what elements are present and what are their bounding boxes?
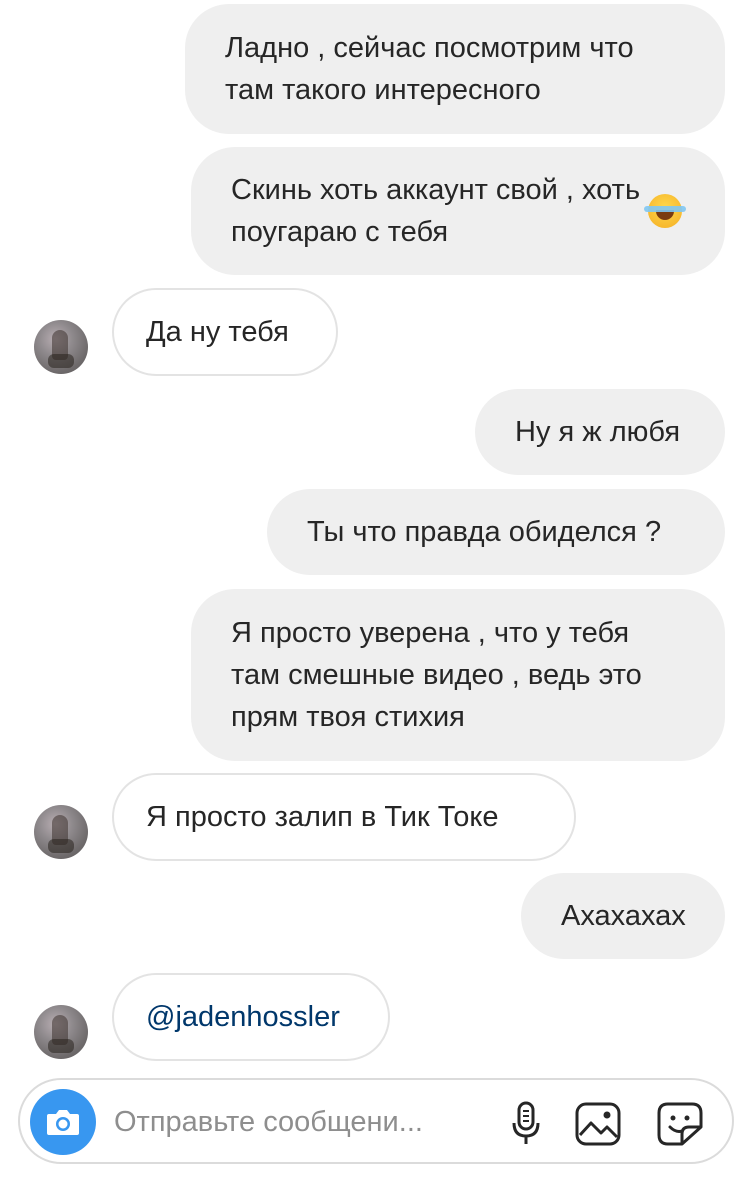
camera-button[interactable] [30,1089,96,1155]
outgoing-message-bubble[interactable]: Ну я ж любя [475,389,725,475]
gallery-button[interactable] [572,1098,624,1150]
outgoing-message-bubble[interactable]: Скинь хоть аккаунт свой , хоть поугараю … [191,147,725,275]
message-row: Ты что правда обиделся ? [0,489,750,575]
camera-icon [47,1110,79,1135]
sticker-icon [657,1102,703,1146]
message-row: Скинь хоть аккаунт свой , хоть поугараю … [0,147,750,275]
message-text: Да ну тебя [146,316,289,348]
message-row: Ладно , сейчас посмотрим что там такого … [0,4,750,134]
microphone-button[interactable] [500,1098,552,1150]
message-row: @jadenhossler [0,973,750,1061]
message-row: Да ну тебя [0,288,750,376]
incoming-message-bubble[interactable]: @jadenhossler [112,973,390,1061]
message-text: Ладно , сейчас посмотрим что там такого … [225,32,634,106]
message-text: Ну я ж любя [515,416,681,448]
avatar[interactable] [34,1005,88,1059]
microphone-icon [512,1101,540,1144]
message-text: Ты что правда обиделся ? [307,516,662,548]
gallery-icon [575,1102,621,1146]
message-text: Я просто залип в Тик Токе [146,801,499,833]
message-text: Ахахахах [561,900,686,932]
incoming-message-bubble[interactable]: Да ну тебя [112,288,338,376]
avatar[interactable] [34,805,88,859]
message-input[interactable] [114,1098,474,1146]
message-text: Я просто уверена , что у тебя там смешны… [231,617,642,733]
sticker-button[interactable] [654,1098,706,1150]
outgoing-message-bubble[interactable]: Ладно , сейчас посмотрим что там такого … [185,4,725,134]
outgoing-message-bubble[interactable]: Я просто уверена , что у тебя там смешны… [191,589,725,761]
face-with-tears-of-joy-icon [644,194,687,228]
avatar[interactable] [34,320,88,374]
message-row: Ахахахах [0,873,750,959]
message-thread[interactable]: Ладно , сейчас посмотрим что там такого … [0,0,750,1070]
message-row: Я просто залип в Тик Токе [0,773,750,861]
message-row: Я просто уверена , что у тебя там смешны… [0,589,750,761]
incoming-message-bubble[interactable]: Я просто залип в Тик Токе [112,773,576,861]
message-composer [18,1078,734,1164]
message-row: Ну я ж любя [0,389,750,475]
mention-link[interactable]: @jadenhossler [146,996,340,1038]
outgoing-message-bubble[interactable]: Ахахахах [521,873,725,959]
message-text: Скинь хоть аккаунт свой , хоть поугараю … [231,174,641,248]
outgoing-message-bubble[interactable]: Ты что правда обиделся ? [267,489,725,575]
